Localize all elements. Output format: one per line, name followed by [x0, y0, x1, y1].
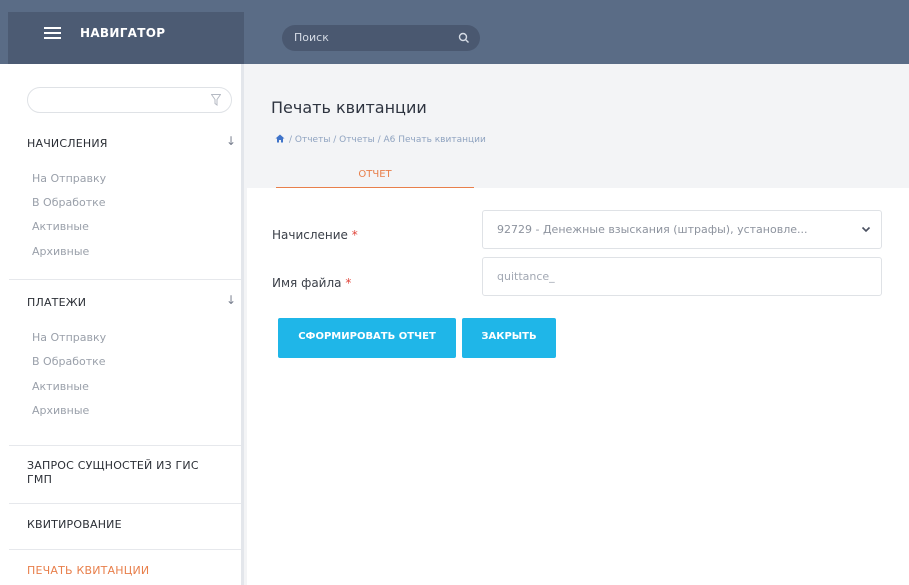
- required-mark: *: [345, 276, 352, 290]
- accrual-select-value: 92729 - Денежные взыскания (штрафы), уст…: [497, 223, 808, 236]
- sidebar-divider: [9, 445, 241, 446]
- brand-title: НАВИГАТОР: [80, 26, 166, 40]
- close-button[interactable]: ЗАКРЫТЬ: [462, 318, 556, 358]
- filename-label-text: Имя файла: [272, 276, 342, 290]
- filename-input-placeholder: quittance_: [497, 270, 555, 283]
- sidebar-item-accruals-active[interactable]: Активные: [32, 220, 89, 233]
- tab-report[interactable]: ОТЧЕТ: [276, 161, 474, 189]
- arrow-down-icon[interactable]: ↓: [226, 293, 236, 307]
- page-title: Печать квитанции: [271, 98, 427, 117]
- filename-label: Имя файла *: [272, 276, 351, 290]
- breadcrumb: / Отчеты / Отчеты / А6 Печать квитанции: [275, 134, 486, 145]
- sidebar-divider: [9, 549, 241, 550]
- arrow-down-icon[interactable]: ↓: [226, 134, 236, 148]
- accrual-label-text: Начисление: [272, 228, 348, 242]
- sidebar-item-accruals-to-send[interactable]: На Отправку: [32, 172, 106, 185]
- app: НАВИГАТОР Поиск НАЧИСЛЕНИЯ ↓ На Отправку…: [0, 0, 909, 585]
- sidebar-item-payments-archived[interactable]: Архивные: [32, 404, 89, 417]
- sidebar-section-accruals[interactable]: НАЧИСЛЕНИЯ: [27, 137, 108, 150]
- search-placeholder: Поиск: [294, 31, 329, 44]
- sidebar-item-accruals-processing[interactable]: В Обработке: [32, 196, 106, 209]
- sidebar-link-reconciliation[interactable]: КВИТИРОВАНИЕ: [27, 518, 122, 531]
- filename-input[interactable]: quittance_: [482, 257, 882, 296]
- menu-icon[interactable]: [44, 27, 61, 39]
- search-field[interactable]: Поиск: [282, 25, 480, 51]
- sidebar-divider: [9, 503, 241, 504]
- sidebar-item-payments-processing[interactable]: В Обработке: [32, 355, 106, 368]
- search-icon[interactable]: [458, 32, 470, 44]
- sidebar-filter-input[interactable]: [27, 87, 232, 113]
- sidebar-item-accruals-archived[interactable]: Архивные: [32, 245, 89, 258]
- sidebar-item-payments-to-send[interactable]: На Отправку: [32, 331, 106, 344]
- sidebar-divider: [9, 279, 241, 280]
- filter-icon[interactable]: [211, 94, 221, 106]
- home-icon[interactable]: [275, 134, 285, 143]
- breadcrumb-path[interactable]: / Отчеты / Отчеты / А6 Печать квитанции: [289, 135, 486, 145]
- sidebar-item-payments-active[interactable]: Активные: [32, 380, 89, 393]
- generate-report-button[interactable]: СФОРМИРОВАТЬ ОТЧЕТ: [278, 318, 456, 358]
- sidebar-section-payments[interactable]: ПЛАТЕЖИ: [27, 296, 86, 309]
- chevron-down-icon[interactable]: [861, 224, 871, 234]
- sidebar-link-print-receipt[interactable]: ПЕЧАТЬ КВИТАНЦИИ: [27, 564, 149, 577]
- sidebar-link-gis-gmp-query[interactable]: ЗАПРОС СУЩНОСТЕЙ ИЗ ГИС ГМП: [27, 459, 217, 487]
- accrual-select[interactable]: 92729 - Денежные взыскания (штрафы), уст…: [482, 210, 882, 249]
- required-mark: *: [351, 228, 358, 242]
- accrual-label: Начисление *: [272, 228, 358, 242]
